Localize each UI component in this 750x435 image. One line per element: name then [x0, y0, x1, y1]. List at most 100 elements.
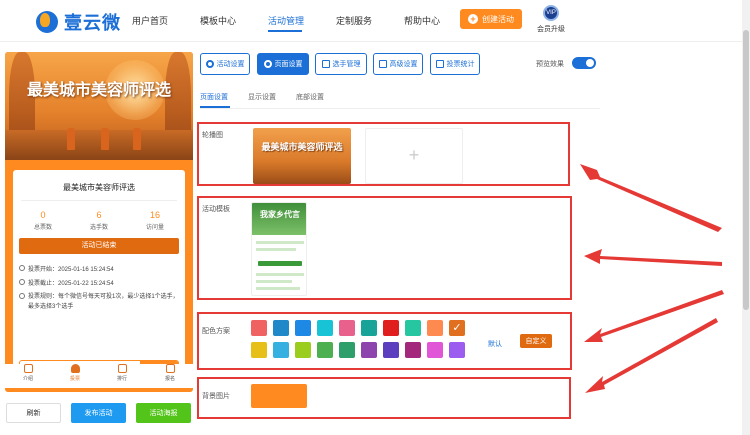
color-swatch[interactable] [405, 342, 421, 358]
subtab-footer-settings[interactable]: 底部设置 [296, 92, 324, 102]
nav-item-help-center[interactable]: 帮助中心 [404, 14, 440, 27]
vip-upgrade-label: 会员升级 [537, 26, 565, 33]
stat-label: 总票数 [33, 225, 52, 231]
tab-ranking[interactable]: 排行 [107, 364, 137, 382]
activity-template-thumbnail[interactable]: 我家乡代言 [251, 202, 307, 296]
toolbar-label: 投票统计 [446, 61, 475, 68]
activity-title: 最美城市美容师评选 [63, 183, 135, 192]
template-bar [256, 248, 296, 251]
banner-person [133, 128, 141, 150]
activity-ended-banner: 活动已结束 [19, 238, 179, 254]
preview-effect-label: 预览效果 [536, 61, 564, 68]
color-swatch[interactable] [449, 320, 465, 336]
arrow [585, 318, 718, 393]
subtab-active-underline [200, 106, 230, 108]
color-swatch[interactable] [295, 320, 311, 336]
create-activity-button[interactable]: + 创建活动 [460, 9, 522, 29]
color-scheme-section: 配色方案 [197, 312, 572, 370]
background-label: 背景图片 [202, 393, 230, 400]
custom-color-button[interactable]: 自定义 [520, 334, 552, 348]
template-bar [256, 280, 292, 283]
gear-icon [263, 60, 272, 68]
color-swatch[interactable] [361, 320, 377, 336]
carousel-image-title: 最美城市美容师评选 [261, 142, 343, 152]
document-icon [23, 364, 33, 373]
background-color-swatch[interactable] [251, 384, 307, 408]
tab-intro[interactable]: 介绍 [13, 364, 43, 382]
stat-contestants: 6 选手数 [73, 210, 125, 231]
stat-label: 选手数 [89, 225, 108, 231]
bar-chart-icon [435, 60, 444, 68]
color-swatch[interactable] [383, 320, 399, 336]
color-swatch[interactable] [339, 320, 355, 336]
subtab-page-settings[interactable]: 页面设置 [200, 92, 228, 102]
activity-poster-button[interactable]: 活动海报 [136, 403, 191, 423]
page-scrollbar[interactable] [742, 0, 750, 435]
advanced-settings-button[interactable]: 高级设置 [373, 53, 423, 75]
preview-effect-toggle[interactable] [572, 57, 596, 69]
color-swatch[interactable] [449, 342, 465, 358]
vote-end-text: 投票截止：2025-01-22 15:24:54 [28, 281, 114, 287]
vip-upgrade[interactable]: VIP 会员升级 [534, 5, 568, 34]
nav-item-templates[interactable]: 模板中心 [200, 14, 236, 27]
tab-signup[interactable]: 报名 [155, 364, 185, 382]
vote-end-time: 投票截止：2025-01-22 15:24:54 [19, 278, 114, 287]
create-activity-label: 创建活动 [482, 14, 514, 24]
carousel-section: 轮播图 最美城市美容师评选 + [197, 122, 570, 186]
nav-item-activity-management[interactable]: 活动管理 [268, 14, 304, 27]
default-color-link[interactable]: 默认 [488, 339, 502, 349]
activity-template-section: 活动模板 我家乡代言 [197, 196, 572, 300]
color-swatch[interactable] [339, 342, 355, 358]
banner-person [67, 128, 75, 150]
page-settings-button[interactable]: 页面设置 [257, 53, 309, 75]
info-icon [19, 293, 25, 299]
logo[interactable]: 壹云微 [36, 9, 121, 35]
background-image-section: 背景图片 [197, 377, 571, 419]
template-button [258, 261, 302, 266]
tab-label: 投票 [69, 376, 80, 382]
refresh-button[interactable]: 刷新 [6, 403, 61, 423]
scrollbar-thumb[interactable] [743, 30, 749, 310]
color-swatch[interactable] [251, 342, 267, 358]
color-swatch[interactable] [295, 342, 311, 358]
person-icon [70, 364, 80, 373]
stat-value: 16 [149, 210, 160, 220]
color-swatch[interactable] [427, 320, 443, 336]
template-title: 我家乡代言 [260, 210, 300, 219]
color-swatch[interactable] [251, 320, 267, 336]
vote-statistics-button[interactable]: 投票统计 [430, 53, 480, 75]
subtab-display-settings[interactable]: 显示设置 [248, 92, 276, 102]
vote-rules-text: 投票规则：每个微信号每天可投1次，最少选择1个选手，最多选择3个选手 [28, 294, 179, 310]
divider [21, 200, 177, 201]
banner-ground [5, 130, 193, 160]
color-swatch[interactable] [317, 342, 333, 358]
stat-visits: 16 访问量 [129, 210, 181, 231]
tab-label: 报名 [164, 376, 175, 382]
color-swatch[interactable] [273, 320, 289, 336]
color-swatch[interactable] [405, 320, 421, 336]
nav-active-underline [268, 30, 302, 32]
gear-icon [205, 60, 214, 68]
arrow [580, 164, 722, 232]
color-swatch[interactable] [361, 342, 377, 358]
carousel-image[interactable]: 最美城市美容师评选 [253, 128, 351, 184]
nav-item-user-home[interactable]: 用户首页 [132, 14, 168, 27]
color-swatch[interactable] [273, 342, 289, 358]
activity-settings-button[interactable]: 活动设置 [200, 53, 250, 75]
color-swatch[interactable] [317, 320, 333, 336]
trophy-icon [117, 364, 127, 373]
toolbar-label: 活动设置 [216, 61, 245, 68]
logo-text: 壹云微 [64, 13, 121, 33]
contestant-management-button[interactable]: 选手管理 [315, 53, 367, 75]
logo-icon [36, 11, 58, 33]
publish-activity-button[interactable]: 发布活动 [71, 403, 126, 423]
add-carousel-image-button[interactable]: + [365, 128, 463, 184]
color-swatch[interactable] [427, 342, 443, 358]
preview-banner-image: 最美城市美容师评选 [5, 52, 193, 160]
template-bar [256, 273, 304, 276]
nav-item-custom-service[interactable]: 定制服务 [336, 14, 372, 27]
banner-person [101, 128, 109, 150]
tab-vote[interactable]: 投票 [60, 364, 90, 382]
carousel-label: 轮播图 [202, 132, 223, 139]
color-swatch[interactable] [383, 342, 399, 358]
